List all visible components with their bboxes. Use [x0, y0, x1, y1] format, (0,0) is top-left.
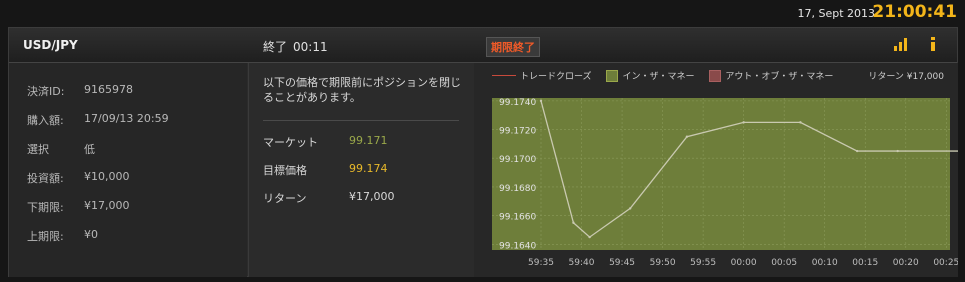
current-time: 21:00:41 — [872, 2, 957, 22]
price-chart: トレードクローズ イン・ザ・マネー アウト・オブ・ザ・マネー リターン ¥17,… — [474, 63, 965, 277]
x-tick-label: 59:45 — [609, 258, 635, 268]
detail-row: 購入額: 17/09/13 20:59 — [27, 112, 169, 128]
top-bar: 17, Sept 2013 21:00:41 — [0, 0, 965, 26]
x-tick-label: 59:50 — [650, 258, 676, 268]
legend-trade-close: トレードクローズ — [520, 72, 592, 82]
summary-row: 目標価格 99.174 — [263, 162, 388, 178]
summary-value: 99.174 — [349, 162, 388, 175]
chart-legend: トレードクローズ イン・ザ・マネー アウト・オブ・ザ・マネー — [492, 69, 833, 82]
trade-details: 決済ID: 9165978 購入額: 17/09/13 20:59 選択 低投資額: ¥10… — [9, 63, 247, 277]
detail-value: ¥0 — [84, 228, 98, 241]
detail-label: 上期限: — [27, 230, 64, 243]
summary-value: ¥17,000 — [349, 190, 395, 203]
detail-row: 上期限: ¥0 — [27, 228, 98, 244]
y-tick-label: 99.1700 — [499, 155, 536, 165]
detail-label: 購入額: — [27, 114, 64, 127]
trade-header: USD/JPY 終了 00:11 期限終了 — [9, 28, 957, 63]
summary-label: リターン — [263, 192, 307, 205]
x-tick-label: 00:25 — [933, 258, 958, 268]
expiry-status: 終了 00:11 — [263, 38, 328, 55]
line-chart: 99.1740 99.1720 99.1700 99.1680 99.1660 99.16… — [492, 98, 965, 268]
detail-value: 低 — [84, 143, 95, 156]
trade-summary: 以下の価格で期限前にポジションを閉じることがあります。 マーケット 99.171 目… — [248, 63, 475, 277]
summary-label: マーケット — [263, 136, 318, 149]
price-point — [855, 149, 859, 153]
x-tick-label: 59:35 — [528, 258, 554, 268]
y-tick-label: 99.1660 — [499, 213, 536, 223]
detail-label: 選択 — [27, 143, 49, 156]
detail-value: 9165978 — [84, 83, 133, 96]
detail-value: ¥10,000 — [84, 170, 130, 183]
detail-row: 選択 低 — [27, 141, 95, 157]
summary-row: マーケット 99.171 — [263, 134, 388, 150]
out-of-money-swatch — [709, 69, 722, 82]
x-tick-label: 00:05 — [771, 258, 797, 268]
close-note: 以下の価格で期限前にポジションを閉じることがあります。 — [263, 76, 461, 104]
x-tick-label: 00:00 — [731, 258, 757, 268]
price-point — [742, 121, 745, 124]
trade-close-swatch — [492, 75, 516, 76]
price-point — [588, 235, 591, 239]
detail-label: 決済ID: — [27, 85, 65, 98]
bar-chart-icon[interactable] — [891, 35, 911, 53]
price-point — [799, 121, 802, 124]
price-point — [539, 99, 543, 103]
summary-value: 99.171 — [349, 134, 388, 147]
x-tick-label: 00:10 — [812, 258, 838, 268]
detail-value: ¥17,000 — [84, 199, 130, 212]
legend-in-the-money: イン・ザ・マネー — [622, 72, 695, 82]
y-tick-label: 99.1720 — [499, 127, 536, 137]
detail-label: 下期限: — [27, 201, 64, 214]
x-tick-label: 59:40 — [569, 258, 595, 268]
y-tick-label: 99.1640 — [499, 241, 536, 251]
legend-out-of-money: アウト・オブ・ザ・マネー — [725, 72, 834, 82]
status-badge: 期限終了 — [486, 37, 540, 57]
legend-return: リターン ¥17,000 — [868, 72, 944, 82]
divider — [263, 120, 459, 121]
detail-row: 下期限: ¥17,000 — [27, 199, 130, 215]
currency-pair: USD/JPY — [23, 38, 78, 52]
detail-row: 投資額: ¥10,000 — [27, 170, 130, 186]
expiry-time: 00:11 — [293, 40, 328, 54]
detail-label: 投資額: — [27, 172, 64, 185]
trade-panel: USD/JPY 終了 00:11 期限終了 決済ID: 9165978 購入額: 17/… — [8, 27, 965, 277]
price-point — [572, 221, 575, 224]
x-tick-label: 00:15 — [852, 258, 878, 268]
detail-value: 17/09/13 20:59 — [84, 112, 169, 125]
info-icon[interactable] — [923, 35, 943, 53]
in-the-money-swatch — [606, 69, 619, 82]
expiry-label: 終了 — [263, 40, 288, 54]
y-tick-label: 99.1740 — [499, 98, 536, 108]
x-tick-label: 00:20 — [893, 258, 919, 268]
x-tick-label: 59:55 — [690, 258, 716, 268]
current-date: 17, Sept 2013 — [797, 7, 875, 20]
price-point — [896, 149, 899, 153]
summary-label: 目標価格 — [263, 164, 307, 177]
price-point — [628, 207, 632, 210]
price-point — [685, 135, 689, 138]
summary-row: リターン ¥17,000 — [263, 190, 395, 206]
detail-row: 決済ID: 9165978 — [27, 83, 133, 99]
y-tick-label: 99.1680 — [499, 184, 536, 194]
